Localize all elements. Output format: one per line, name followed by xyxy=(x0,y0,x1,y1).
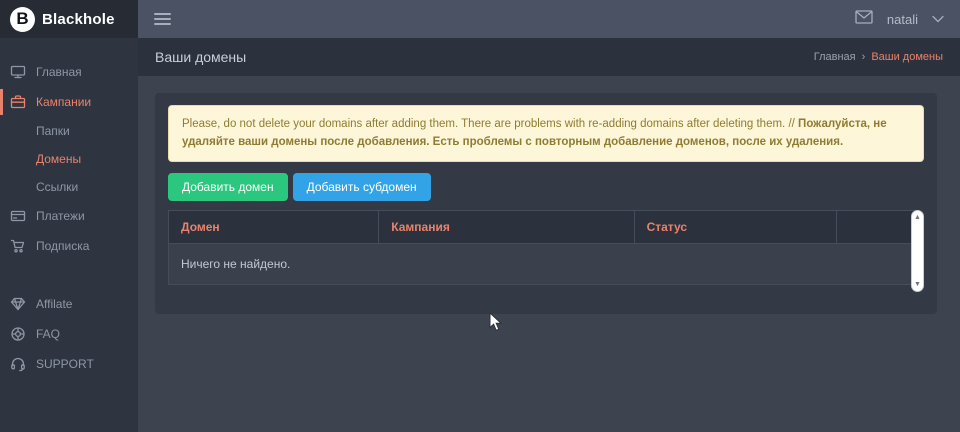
domains-table: Домен Кампания Статус Ничего не найдено. xyxy=(168,210,920,285)
gem-icon xyxy=(10,296,26,312)
topbar: natali xyxy=(138,0,960,38)
sidebar-item-home[interactable]: Главная xyxy=(0,57,138,87)
sidebar-item-domains[interactable]: Домены xyxy=(0,145,138,173)
scroll-up-icon[interactable]: ▲ xyxy=(914,214,921,221)
sidebar-item-label: Домены xyxy=(36,152,81,166)
sidebar-item-label: FAQ xyxy=(36,327,60,341)
menu-toggle-icon[interactable] xyxy=(154,13,171,25)
domains-panel: Please, do not delete your domains after… xyxy=(155,93,937,314)
sidebar-item-subscription[interactable]: Подписка xyxy=(0,231,138,261)
domains-table-wrap: Домен Кампания Статус Ничего не найдено.… xyxy=(168,210,924,292)
warning-alert: Please, do not delete your domains after… xyxy=(168,105,924,162)
sidebar-item-campaigns[interactable]: Кампании xyxy=(0,87,138,117)
main-area: natali Ваши домены Главная › Ваши домены… xyxy=(138,0,960,432)
sidebar-item-label: Платежи xyxy=(36,209,85,223)
add-subdomain-button[interactable]: Добавить субдомен xyxy=(293,173,431,201)
sidebar-item-label: Affilate xyxy=(36,297,72,311)
add-domain-button[interactable]: Добавить домен xyxy=(168,173,288,201)
cart-icon xyxy=(10,238,26,254)
breadcrumb-separator-icon: › xyxy=(862,51,866,63)
sidebar-item-label: Главная xyxy=(36,65,82,79)
chevron-down-icon[interactable] xyxy=(932,10,944,28)
sidebar-item-affiliate[interactable]: Affilate xyxy=(0,289,138,319)
empty-state-text: Ничего не найдено. xyxy=(169,243,920,284)
breadcrumb-home[interactable]: Главная xyxy=(814,51,856,63)
sidebar-item-payments[interactable]: Платежи xyxy=(0,201,138,231)
sidebar-item-folders[interactable]: Папки xyxy=(0,117,138,145)
brand[interactable]: B Blackhole xyxy=(0,0,138,38)
column-header-status[interactable]: Статус xyxy=(634,210,837,243)
table-scrollbar[interactable]: ▲ ▼ xyxy=(911,210,924,292)
mail-icon[interactable] xyxy=(855,10,873,29)
sidebar-item-label: Ссылки xyxy=(36,180,78,194)
table-header-row: Домен Кампания Статус xyxy=(169,210,920,243)
warning-text-en: Please, do not delete your domains after… xyxy=(182,118,795,130)
brand-logo-icon: B xyxy=(10,7,35,32)
page-title: Ваши домены xyxy=(155,49,246,65)
sidebar-item-label: Кампании xyxy=(36,95,91,109)
monitor-icon xyxy=(10,64,26,80)
briefcase-icon xyxy=(10,94,26,110)
table-row: Ничего не найдено. xyxy=(169,243,920,284)
breadcrumb: Главная › Ваши домены xyxy=(814,51,943,63)
sidebar-item-support[interactable]: SUPPORT xyxy=(0,349,138,379)
sidebar-item-faq[interactable]: FAQ xyxy=(0,319,138,349)
actions-row: Добавить домен Добавить субдомен xyxy=(168,173,924,201)
brand-name: Blackhole xyxy=(42,11,115,28)
sidebar-item-label: Папки xyxy=(36,124,70,138)
lifebuoy-icon xyxy=(10,326,26,342)
sidebar-item-label: Подписка xyxy=(36,239,89,253)
sidebar-item-label: SUPPORT xyxy=(36,357,94,371)
scroll-down-icon[interactable]: ▼ xyxy=(914,281,921,288)
credit-card-icon xyxy=(10,208,26,224)
column-header-actions xyxy=(837,210,920,243)
sidebar-item-links[interactable]: Ссылки xyxy=(0,173,138,201)
sidebar-nav: Главная Кампании Папки Домены Ссылки Пла… xyxy=(0,38,138,379)
sidebar: B Blackhole Главная Кампании Папки Домен… xyxy=(0,0,138,432)
column-header-campaign[interactable]: Кампания xyxy=(379,210,634,243)
column-header-domain[interactable]: Домен xyxy=(169,210,379,243)
breadcrumb-current: Ваши домены xyxy=(871,51,943,63)
headset-icon xyxy=(10,356,26,372)
page-header: Ваши домены Главная › Ваши домены xyxy=(138,38,960,76)
content: Please, do not delete your domains after… xyxy=(138,76,960,432)
user-menu[interactable]: natali xyxy=(887,12,918,27)
